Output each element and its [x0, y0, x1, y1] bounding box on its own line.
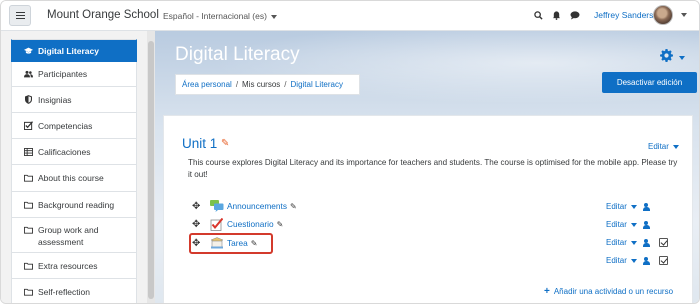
- edit-title-pencil-icon[interactable]: ✎: [221, 138, 229, 149]
- activity-link[interactable]: Announcements: [227, 201, 287, 211]
- language-menu[interactable]: Español - Internacional (es): [163, 11, 277, 21]
- add-activity-link[interactable]: + Añadir una actividad o un recurso: [544, 286, 673, 297]
- completion-checkbox-icon[interactable]: [658, 238, 668, 247]
- sidebar-item-label: Self-reflection: [38, 286, 90, 297]
- navbar-icons: [534, 10, 580, 20]
- plus-icon: +: [544, 286, 550, 297]
- main-content: Digital Literacy Área personal / Mis cur…: [155, 31, 699, 303]
- chevron-down-icon: [270, 14, 277, 19]
- user-icon[interactable]: [642, 202, 650, 211]
- add-activity-label: Añadir una actividad o un recurso: [553, 287, 674, 296]
- chevron-down-icon: [678, 56, 685, 61]
- move-arrows-icon[interactable]: ✥: [192, 201, 204, 212]
- language-label: Español - Internacional (es): [163, 11, 267, 21]
- avatar[interactable]: [653, 5, 673, 25]
- activity-edit-menu[interactable]: Editar: [606, 220, 650, 229]
- course-section-panel: Unit 1 ✎ Editar This course explores Dig…: [163, 115, 693, 303]
- chevron-down-icon: [630, 204, 637, 209]
- sidebar-item-label: About this course: [38, 173, 104, 183]
- section-edit-menu[interactable]: Editar: [648, 142, 679, 151]
- sidebar-item-label: Participantes: [38, 69, 88, 79]
- folder-icon: [24, 201, 33, 209]
- sidebar-item-participants[interactable]: Participantes: [11, 62, 137, 87]
- edit-label: Editar: [606, 202, 627, 211]
- edit-label: Editar: [606, 220, 627, 229]
- chevron-down-icon: [630, 258, 637, 263]
- section-summary: This course explores Digital Literacy an…: [188, 158, 678, 179]
- user-name[interactable]: Jeffrey Sanders: [594, 10, 653, 20]
- chevron-down-icon[interactable]: [681, 13, 687, 17]
- checkbox-icon: [24, 121, 33, 130]
- activity-edit-menu[interactable]: Editar: [606, 202, 650, 211]
- sidebar-item-competencies[interactable]: Competencias: [11, 113, 137, 139]
- breadcrumb-separator: /: [284, 80, 287, 89]
- course-settings-menu[interactable]: [660, 49, 685, 65]
- move-arrows-icon[interactable]: ✥: [192, 219, 204, 230]
- window-frame: Mount Orange School Español - Internacio…: [0, 0, 700, 304]
- user-icon[interactable]: [642, 256, 650, 265]
- quiz-icon: [210, 217, 224, 231]
- sidebar-item-group-work[interactable]: Group work and assessment: [11, 218, 137, 253]
- folder-icon: [24, 174, 33, 182]
- gear-icon: [660, 49, 673, 62]
- pencil-icon[interactable]: ✎: [277, 220, 284, 229]
- chevron-down-icon: [672, 144, 679, 149]
- sidebar-item-label: Calificaciones: [38, 146, 91, 157]
- activity-edit-menu[interactable]: Editar: [606, 238, 668, 247]
- shield-icon: [24, 95, 33, 104]
- course-sidebar: Digital Literacy Participantes Insignias…: [1, 31, 155, 303]
- completion-checkbox-icon[interactable]: [658, 256, 668, 265]
- breadcrumb-item-dashboard[interactable]: Área personal: [182, 80, 232, 89]
- turn-editing-off-button[interactable]: Desactivar edición: [602, 72, 697, 93]
- chevron-down-icon: [630, 222, 637, 227]
- sidebar-item-label: Competencias: [38, 120, 93, 131]
- activity-row: ✥ Cuestionario ✎: [192, 216, 283, 232]
- menu-toggle-button[interactable]: [9, 5, 31, 26]
- sidebar-item-label: Background reading: [38, 199, 115, 210]
- sidebar-item-course[interactable]: Digital Literacy: [11, 39, 137, 62]
- sidebar-item-extra-resources[interactable]: Extra resources: [11, 253, 137, 279]
- sidebar-item-label: Group work and assessment: [38, 225, 99, 247]
- breadcrumb: Área personal / Mis cursos / Digital Lit…: [175, 74, 360, 95]
- user-icon[interactable]: [642, 220, 650, 229]
- sidebar-item-label: Extra resources: [38, 260, 98, 271]
- table-icon: [24, 147, 33, 156]
- sidebar-scrollbar[interactable]: [147, 31, 155, 303]
- section-title[interactable]: Unit 1: [182, 136, 217, 151]
- sidebar-item-label: Insignias: [38, 94, 72, 105]
- user-icon[interactable]: [642, 238, 650, 247]
- sidebar-item-label: Digital Literacy: [38, 45, 99, 56]
- graduation-cap-icon: [24, 47, 33, 55]
- edit-label: Editar: [606, 238, 627, 247]
- activity-edit-menu[interactable]: Editar: [606, 256, 668, 265]
- scrollbar-thumb[interactable]: [148, 41, 154, 299]
- folder-icon: [24, 226, 33, 234]
- breadcrumb-separator: /: [235, 80, 239, 89]
- pencil-icon[interactable]: ✎: [290, 202, 297, 211]
- sidebar-item-background-reading[interactable]: Background reading: [11, 192, 137, 218]
- edit-label: Editar: [648, 142, 669, 151]
- sidebar-item-self-reflection[interactable]: Self-reflection: [11, 279, 137, 303]
- breadcrumb-item-course[interactable]: Digital Literacy: [291, 80, 343, 89]
- sidebar-item-badges[interactable]: Insignias: [11, 87, 137, 113]
- search-icon[interactable]: [534, 10, 543, 20]
- sidebar-item-grades[interactable]: Calificaciones: [11, 139, 137, 165]
- top-navbar: Mount Orange School Español - Internacio…: [1, 1, 699, 31]
- bell-icon[interactable]: [552, 10, 561, 20]
- activity-link[interactable]: Cuestionario: [227, 219, 274, 229]
- forum-icon: [210, 200, 224, 212]
- breadcrumb-item-my-courses[interactable]: Mis cursos: [242, 80, 280, 89]
- highlight-box: [189, 233, 273, 254]
- sidebar-item-about-course[interactable]: About this course: [11, 165, 137, 192]
- activity-row: ✥ Announcements ✎: [192, 198, 297, 214]
- site-name[interactable]: Mount Orange School: [47, 9, 159, 21]
- chevron-down-icon: [630, 240, 637, 245]
- chat-icon[interactable]: [570, 10, 580, 20]
- folder-icon: [24, 288, 33, 296]
- folder-icon: [24, 262, 33, 270]
- users-icon: [24, 70, 33, 78]
- page-title: Digital Literacy: [175, 44, 300, 65]
- hamburger-icon: [15, 14, 25, 17]
- edit-label: Editar: [606, 256, 627, 265]
